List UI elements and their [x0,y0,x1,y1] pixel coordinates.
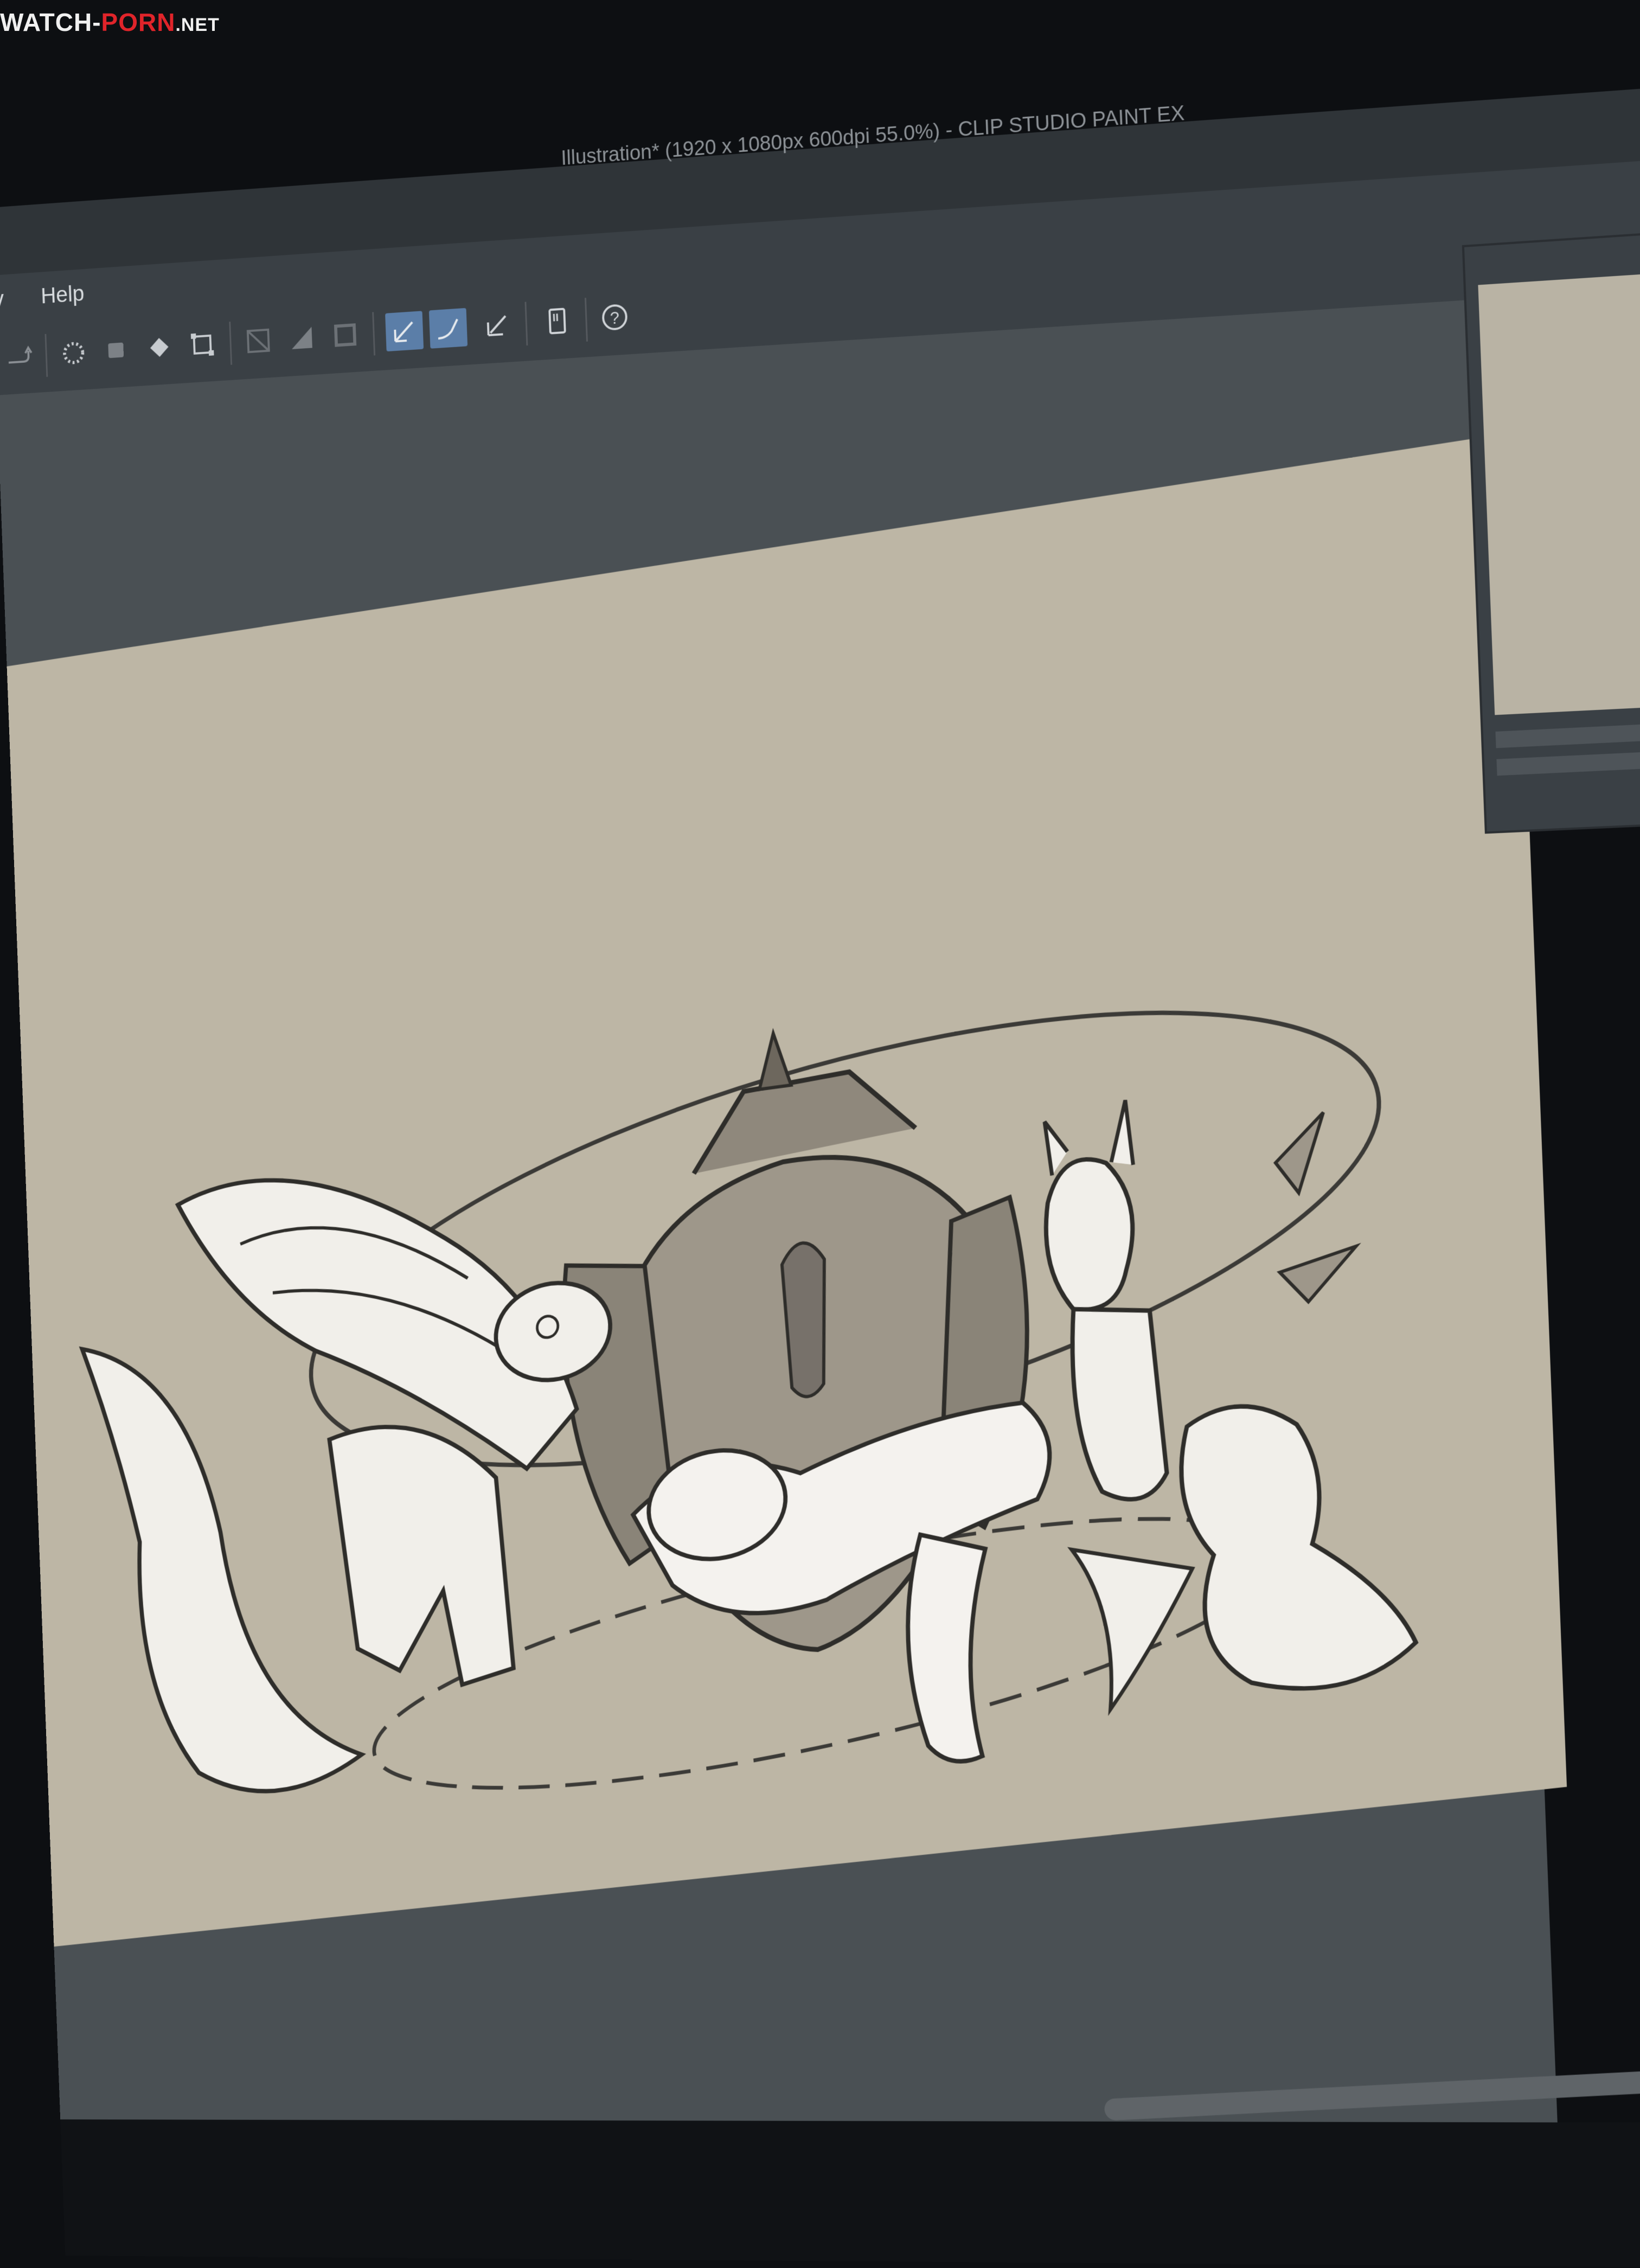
help-icon[interactable]: ? [595,297,634,337]
navigator-panel [1462,230,1640,834]
tablet-icon[interactable] [538,300,577,341]
ruler-icon[interactable] [478,305,517,345]
zoom-slider[interactable] [1495,722,1640,748]
loading-icon[interactable] [55,333,92,373]
brush-icon[interactable] [428,307,468,349]
toolbar-separator [585,298,588,342]
monitor-bezel [60,2119,1640,2268]
clear-outside-icon[interactable] [239,321,277,361]
canvas-workspace[interactable] [0,298,1567,2217]
toolbar-separator [524,302,528,346]
fill-icon[interactable] [98,330,135,370]
artwork-sketch [7,432,1567,1946]
navigator-preview[interactable] [1478,272,1640,715]
rotate-slider[interactable] [1496,749,1640,776]
svg-text:?: ? [610,308,620,328]
site-watermark: WATCH-PORN.NET [0,8,220,36]
redo-icon[interactable] [0,337,37,377]
menu-item-help[interactable]: Help [40,280,85,309]
pen-icon[interactable] [385,311,424,352]
toolbar-separator [372,312,376,356]
fill-selection-icon[interactable] [283,318,321,358]
toolbar-separator [229,322,233,365]
fill-color-icon[interactable] [140,328,178,368]
monitor-screen: Illustration* (1920 x 1080px 600dpi 55.0… [0,15,1640,2268]
menu-item-view[interactable]: v [0,286,4,312]
border-icon[interactable] [326,315,364,356]
drawing-canvas[interactable] [7,432,1567,1947]
toolbar-separator [44,334,48,377]
transform-icon[interactable] [183,324,221,364]
